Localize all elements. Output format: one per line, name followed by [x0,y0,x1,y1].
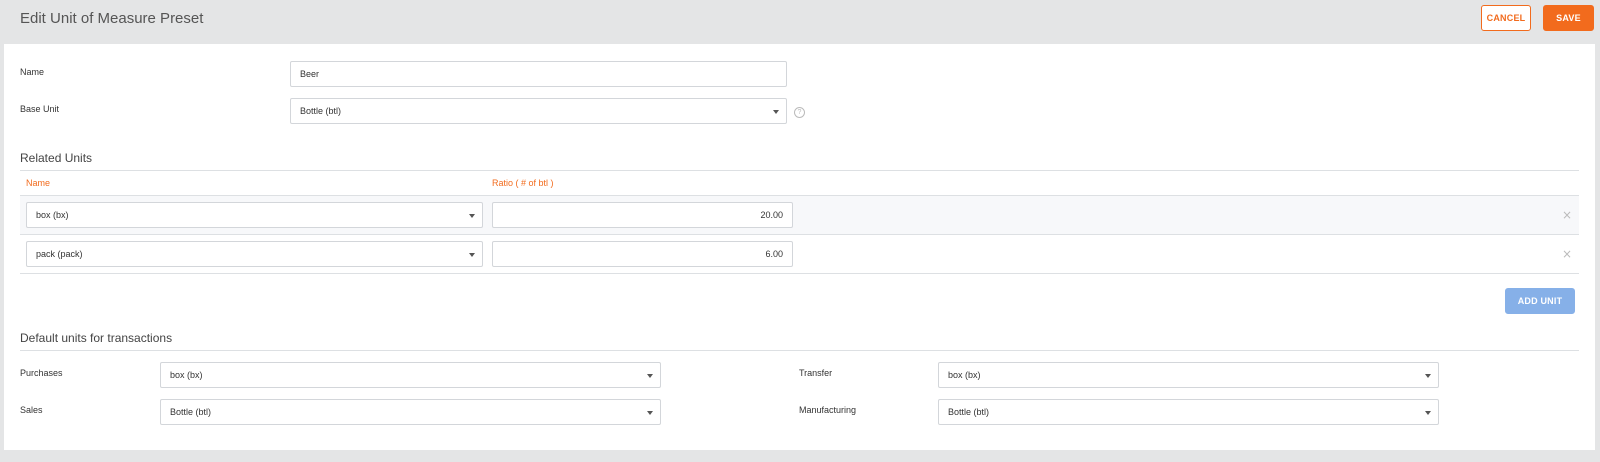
page-title: Edit Unit of Measure Preset [20,10,204,27]
sales-select-value: Bottle (btl) [170,407,212,417]
manufacturing-select-value: Bottle (btl) [948,407,990,417]
chevron-down-icon [469,214,475,218]
page-header: Edit Unit of Measure Preset CANCEL SAVE [0,0,1600,44]
manufacturing-select[interactable]: Bottle (btl) [938,399,1439,425]
purchases-select-value: box (bx) [170,370,203,380]
column-header-name: Name [26,178,51,188]
add-unit-button[interactable]: ADD UNIT [1505,288,1575,314]
sales-label: Sales [20,405,43,415]
name-input-value: Beer [300,69,320,79]
ratio-input[interactable]: 6.00 [492,241,793,267]
purchases-label: Purchases [20,368,63,378]
base-unit-label: Base Unit [20,104,60,114]
close-icon[interactable]: × [1562,248,1572,260]
name-input[interactable]: Beer [290,61,787,87]
default-units-title: Default units for transactions [20,331,173,345]
divider [20,234,1579,235]
chevron-down-icon [647,411,653,415]
related-unit-select[interactable]: pack (pack) [26,241,483,267]
name-label: Name [20,67,45,77]
related-unit-select[interactable]: box (bx) [26,202,483,228]
divider [20,170,1579,171]
chevron-down-icon [773,110,779,114]
purchases-select[interactable]: box (bx) [160,362,661,388]
save-button[interactable]: SAVE [1543,5,1594,31]
chevron-down-icon [647,374,653,378]
close-icon[interactable]: × [1562,209,1572,221]
sales-select[interactable]: Bottle (btl) [160,399,661,425]
transfer-select[interactable]: box (bx) [938,362,1439,388]
related-unit-select-value: box (bx) [36,210,69,220]
chevron-down-icon [1425,374,1431,378]
divider [20,350,1579,351]
chevron-down-icon [1425,411,1431,415]
divider [20,273,1579,274]
column-header-ratio: Ratio ( # of btl ) [492,178,554,188]
transfer-label: Transfer [799,368,833,378]
question-circle-icon[interactable]: ? [794,107,805,118]
transfer-select-value: box (bx) [948,370,981,380]
related-unit-select-value: pack (pack) [36,249,83,259]
manufacturing-label: Manufacturing [799,405,857,415]
cancel-button[interactable]: CANCEL [1481,5,1531,31]
ratio-input-value: 20.00 [760,210,783,220]
form-card: Name Beer Base Unit Bottle (btl) ? Relat… [4,44,1595,450]
chevron-down-icon [469,253,475,257]
base-unit-select[interactable]: Bottle (btl) [290,98,787,124]
base-unit-select-value: Bottle (btl) [300,106,342,116]
related-units-title: Related Units [20,151,93,165]
ratio-input[interactable]: 20.00 [492,202,793,228]
ratio-input-value: 6.00 [765,249,783,259]
